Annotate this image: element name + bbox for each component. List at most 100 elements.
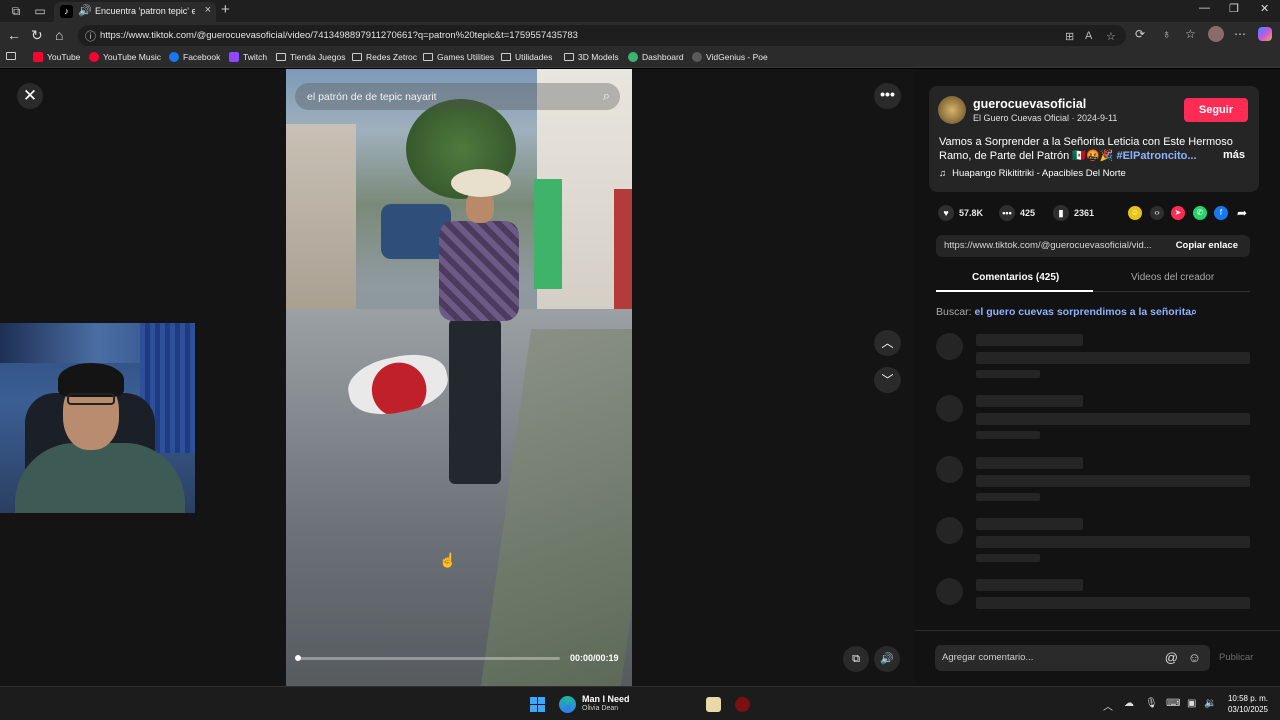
facebook-share-icon[interactable]: f	[1214, 206, 1228, 220]
poe-icon	[692, 52, 702, 62]
panel-tabs: Comentarios (425) Videos del creador	[936, 266, 1250, 292]
media-widget[interactable]: Man I Need Olivia Dean	[582, 694, 630, 712]
whatsapp-icon[interactable]: ✆	[1193, 206, 1207, 220]
workspaces-icon[interactable]: ⧉	[8, 3, 24, 19]
active-tab[interactable]: ♪ 🔊 Encuentra 'patron tepic' en ×	[54, 2, 216, 22]
app-available-icon[interactable]: ⊞	[1065, 30, 1074, 43]
next-video-button[interactable]: ﹀	[874, 367, 901, 393]
share-friends-icon[interactable]: ☺	[1128, 206, 1142, 220]
new-tab-button[interactable]: +	[221, 1, 230, 18]
onedrive-icon[interactable]: ☁	[1124, 698, 1134, 709]
description-more-button[interactable]: más	[1223, 149, 1245, 161]
more-options-button[interactable]: •••	[874, 83, 901, 109]
favorites-icon[interactable]: ☆	[1185, 27, 1196, 41]
chevron-up-icon: ︿	[881, 336, 894, 350]
keyboard-icon[interactable]: ⌨	[1166, 698, 1180, 709]
embed-icon[interactable]: ‹›	[1150, 206, 1164, 220]
edge-icon[interactable]	[559, 696, 576, 713]
progress-handle[interactable]	[295, 655, 301, 661]
minimize-icon[interactable]: —	[1199, 2, 1210, 14]
store-icon[interactable]	[706, 697, 721, 712]
copilot-icon[interactable]	[1258, 27, 1272, 41]
read-aloud-icon[interactable]: A	[1085, 30, 1092, 42]
microphone-icon[interactable]: 🎙	[1145, 698, 1158, 709]
extensions-icon[interactable]: ⟳	[1135, 27, 1145, 41]
share-link-text[interactable]: https://www.tiktok.com/@guerocuevasofici…	[944, 240, 1162, 251]
emoji-icon[interactable]: ☺	[1188, 650, 1201, 665]
window-close-icon[interactable]: ✕	[1260, 2, 1269, 15]
folder-icon	[423, 53, 433, 61]
more-menu-icon[interactable]: ⋯	[1234, 27, 1246, 41]
share-arrow-icon[interactable]: ➦	[1235, 206, 1249, 220]
video-progress-bar[interactable]	[295, 655, 560, 661]
browser-essentials-icon[interactable]: ♁	[1162, 27, 1171, 41]
tab-creator-videos[interactable]: Videos del creador	[1131, 272, 1214, 283]
search-icon: ⌕	[1191, 306, 1197, 318]
bookmark-youtube[interactable]: YouTube	[33, 52, 80, 62]
mention-icon[interactable]: @	[1165, 650, 1178, 665]
previous-video-button[interactable]: ︿	[874, 330, 901, 356]
profile-avatar-icon[interactable]	[1208, 26, 1224, 42]
follow-button[interactable]: Seguir	[1184, 98, 1248, 122]
site-info-icon[interactable]: ⓘ	[85, 28, 96, 44]
tab-comments[interactable]: Comentarios (425)	[972, 272, 1059, 283]
creator-username[interactable]: guerocuevasoficial	[973, 97, 1086, 111]
bookmark-dashboard[interactable]: Dashboard	[628, 52, 684, 62]
close-video-button[interactable]: ✕	[17, 83, 43, 109]
bookmark-folder-redes-zetroc[interactable]: Redes Zetroc	[352, 52, 417, 62]
bookmark-vidgenius[interactable]: VidGenius - Poe	[692, 52, 768, 62]
audio-playing-icon[interactable]: 🔊	[78, 4, 92, 17]
creator-avatar[interactable]	[938, 96, 966, 124]
restore-icon[interactable]: ❐	[1229, 2, 1239, 15]
bookmark-folder-3d-models[interactable]: 3D Models	[564, 52, 619, 62]
pip-button[interactable]: ⧉	[843, 646, 869, 672]
media-artist: Olivia Dean	[582, 705, 619, 712]
send-icon[interactable]: ➤	[1171, 206, 1185, 220]
comment-skeleton-line	[976, 597, 1250, 609]
comment-input[interactable]: Agregar comentario... @ ☺	[935, 645, 1210, 671]
music-link[interactable]: ♫ Huapango Rikititriki - Apacibles Del No…	[939, 168, 1126, 179]
home-icon[interactable]: ⌂	[55, 27, 63, 43]
start-icon[interactable]	[530, 697, 545, 712]
network-icon[interactable]: ▣	[1187, 698, 1196, 709]
video-player[interactable]	[286, 69, 632, 686]
app-icon[interactable]	[735, 697, 750, 712]
comment-skeleton-line	[976, 475, 1250, 487]
bookmark-twitch[interactable]: Twitch	[229, 52, 267, 62]
comment-skeleton-line	[976, 554, 1040, 562]
address-field[interactable]: ⓘ https://www.tiktok.com/@guerocuevasofi…	[78, 25, 1126, 46]
search-icon[interactable]: ⌕	[603, 88, 610, 104]
video-search-bar[interactable]: el patrón de de tepic nayarit ⌕	[295, 83, 620, 110]
bookmark-youtube-music[interactable]: YouTube Music	[89, 52, 161, 62]
publish-button[interactable]: Publicar	[1219, 652, 1253, 663]
refresh-icon[interactable]: ↻	[31, 27, 43, 44]
tab-close-icon[interactable]: ×	[205, 4, 211, 16]
volume-tray-icon[interactable]: 🔉	[1204, 698, 1216, 709]
copy-link-button[interactable]: Copiar enlace	[1176, 240, 1238, 251]
tab-actions-icon[interactable]: ▭	[32, 3, 48, 19]
bookmark-folder-tienda-juegos[interactable]: Tienda Juegos	[276, 52, 345, 62]
comment-skeleton-line	[976, 370, 1040, 378]
bookmarks-menu-icon[interactable]	[6, 52, 16, 60]
video-search-text: el patrón de de tepic nayarit	[307, 91, 437, 103]
favorite-star-icon[interactable]: ☆	[1106, 30, 1116, 43]
comment-search-suggestion[interactable]: Buscar: el guero cuevas sorprendimos a l…	[936, 306, 1197, 319]
hashtag-link[interactable]: #ElPatroncito...	[1116, 150, 1196, 162]
comment-skeleton-line	[976, 431, 1040, 439]
heart-icon: ♥	[938, 205, 954, 221]
chevron-up-icon[interactable]: ︿	[1103, 698, 1113, 713]
youtube-music-icon	[89, 52, 99, 62]
facebook-icon	[169, 52, 179, 62]
active-tab-indicator	[936, 290, 1093, 292]
comment-skeleton-line	[976, 334, 1083, 346]
bookmark-facebook[interactable]: Facebook	[169, 52, 220, 62]
back-icon[interactable]: ←	[7, 27, 21, 43]
system-clock[interactable]: 10:58 p. m. 03/10/2025	[1222, 694, 1268, 714]
bookmark-folder-games-utilities[interactable]: Games Utilities	[423, 52, 494, 62]
like-button[interactable]: ♥ 57.8K	[938, 205, 983, 221]
save-button[interactable]: ▮ 2361	[1053, 205, 1094, 221]
bookmark-folder-utilidades[interactable]: Utilidades	[501, 52, 552, 62]
creator-nickname-date: El Guero Cuevas Oficial · 2024-9-11	[973, 113, 1118, 123]
comment-button[interactable]: ••• 425	[999, 205, 1035, 221]
volume-button[interactable]: 🔊	[874, 646, 900, 672]
